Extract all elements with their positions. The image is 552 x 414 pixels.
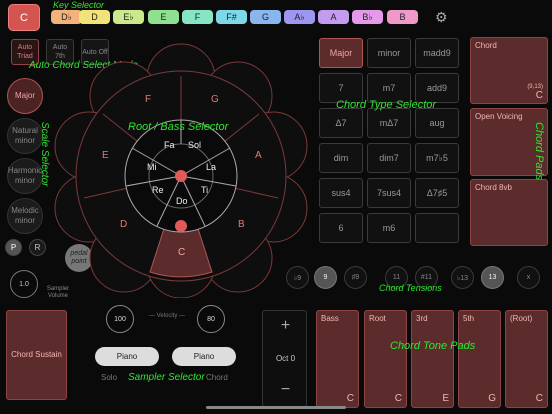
chord-type-button[interactable]: minor [367,38,411,68]
key-selector-annotation: Key Selector [53,0,105,10]
chord-type-button[interactable]: dim7 [367,143,411,173]
wheel-note-b[interactable]: B [238,219,245,230]
key-button[interactable]: E♭ [113,10,144,24]
solfege-ti[interactable]: Ti [201,185,208,195]
velocity-label-text: Velocity [156,313,178,319]
chord-pad-note: C [535,90,543,101]
key-button[interactable]: A [318,10,349,24]
chord-tone-pads-annotation: Chord Tone Pads [390,340,476,352]
octave-control: + Oct 0 − [262,310,307,407]
scale-major-button[interactable]: Major [7,78,43,114]
wheel-note-f[interactable]: F [145,94,151,105]
wheel-note-g[interactable]: G [211,94,219,105]
chord-8vb-pad[interactable]: Chord 8vb [470,179,548,246]
tension-button[interactable]: ♯9 [344,266,367,289]
key-button[interactable]: D [79,10,110,24]
chord-tone-note: C [394,393,402,404]
chord-tensions-annotation: Chord Tensions [379,283,442,293]
solfege-mi[interactable]: Mi [147,162,157,172]
wheel-note-d[interactable]: D [120,219,127,230]
tension-button[interactable]: ♭13 [451,266,474,289]
key-button[interactable]: F [182,10,213,24]
chord-pad-title: Chord [475,41,497,50]
tension-button[interactable]: x [517,266,540,289]
chord-type-button[interactable]: m6 [367,213,411,243]
octave-up-button[interactable]: + [263,317,308,335]
key-button[interactable]: G [250,10,281,24]
chord-tone-pad[interactable]: Bass C [316,310,359,408]
chord-tone-label: (Root) [510,314,533,323]
chord-type-button[interactable]: dim [319,143,363,173]
solo-label: Solo [101,373,118,382]
chord-tone-pad[interactable]: Root C [364,310,407,408]
wheel-note-c[interactable]: C [178,247,185,258]
wheel-note-a[interactable]: A [255,150,262,161]
chord-type-annotation: Chord Type Selector [336,99,437,111]
chord-type-button[interactable]: 6 [319,213,363,243]
solfege-do[interactable]: Do [176,196,188,206]
chord-type-button[interactable]: Δ7 [319,108,363,138]
chord-tone-note: G [488,393,496,404]
chord-type-button[interactable]: 7sus4 [367,178,411,208]
wheel-note-e[interactable]: E [102,150,109,161]
key-button[interactable]: B♭ [352,10,383,24]
home-indicator [206,406,346,409]
chord-type-button[interactable]: aug [415,108,459,138]
chord-tone-label: Root [369,314,386,323]
solo-instrument-button[interactable]: Piano [95,347,159,366]
tension-button[interactable]: 9 [314,266,337,289]
chord-tone-label: Bass [321,314,339,323]
key-button[interactable]: B [387,10,418,24]
chord-sustain-button[interactable]: Chord Sustain [6,310,67,400]
open-voicing-title: Open Voicing [475,112,523,121]
solo-velocity-knob[interactable]: 100 [106,305,134,333]
key-c-button[interactable]: C [8,4,40,31]
chord-tone-label: 5th [463,314,475,323]
solfege-fa[interactable]: Fa [164,140,175,150]
chord-type-button[interactable]: mΔ7 [367,108,411,138]
chord-tone-pad[interactable]: 3rd E [411,310,454,408]
velocity-label: — Velocity — [149,313,186,319]
chord-tone-note: C [535,393,543,404]
gear-icon[interactable]: ⚙ [435,9,448,26]
chord-tone-label: 3rd [416,314,428,323]
chord-velocity-knob[interactable]: 80 [197,305,225,333]
key-button[interactable]: E [148,10,179,24]
chord-tone-note: C [346,393,354,404]
scale-natural-minor-button[interactable]: Natural minor [7,118,43,154]
chord-pads-annotation: Chord Pads [533,122,545,181]
scale-melodic-minor-button[interactable]: Melodic minor [7,198,43,234]
sampler-volume-knob[interactable]: 1.0 [10,270,38,298]
tension-button[interactable]: 13 [481,266,504,289]
chord-tone-pad[interactable]: (Root) C [505,310,548,408]
root-bass-annotation: Root / Bass Selector [128,121,229,133]
octave-down-button[interactable]: − [263,381,308,399]
chord-tone-note: E [442,393,449,404]
solfege-re[interactable]: Re [152,185,164,195]
chord-type-button[interactable]: m7♭5 [415,143,459,173]
chord-type-button[interactable]: Δ7♯5 [415,178,459,208]
key-button[interactable]: F# [216,10,247,24]
scale-selector-annotation: Scale Selector [39,122,50,187]
key-button[interactable]: A♭ [284,10,315,24]
sampler-selector-annotation: Sampler Selector [128,372,205,383]
chord-type-button[interactable]: sus4 [319,178,363,208]
chord-instrument-button[interactable]: Piano [172,347,236,366]
chord-type-button[interactable]: Major [319,38,363,68]
root-bass-wheel[interactable] [52,36,310,298]
tension-button[interactable]: ♭9 [286,266,309,289]
octave-value: Oct 0 [275,354,296,363]
chord-label: Chord [206,373,228,382]
p-button[interactable]: P [5,239,22,256]
chord-tone-pad[interactable]: 5th G [458,310,501,408]
scale-harmonic-minor-button[interactable]: Harmonic minor [7,158,43,194]
chord-type-button[interactable]: madd9 [415,38,459,68]
r-button[interactable]: R [29,239,46,256]
chord-type-button[interactable] [415,213,459,243]
chord-pad[interactable]: Chord (9,13) C [470,37,548,104]
solfege-la[interactable]: La [206,162,216,172]
solfege-sol[interactable]: Sol [188,140,201,150]
key-button[interactable]: D♭ [51,10,82,24]
chord-8vb-title: Chord 8vb [475,183,512,192]
